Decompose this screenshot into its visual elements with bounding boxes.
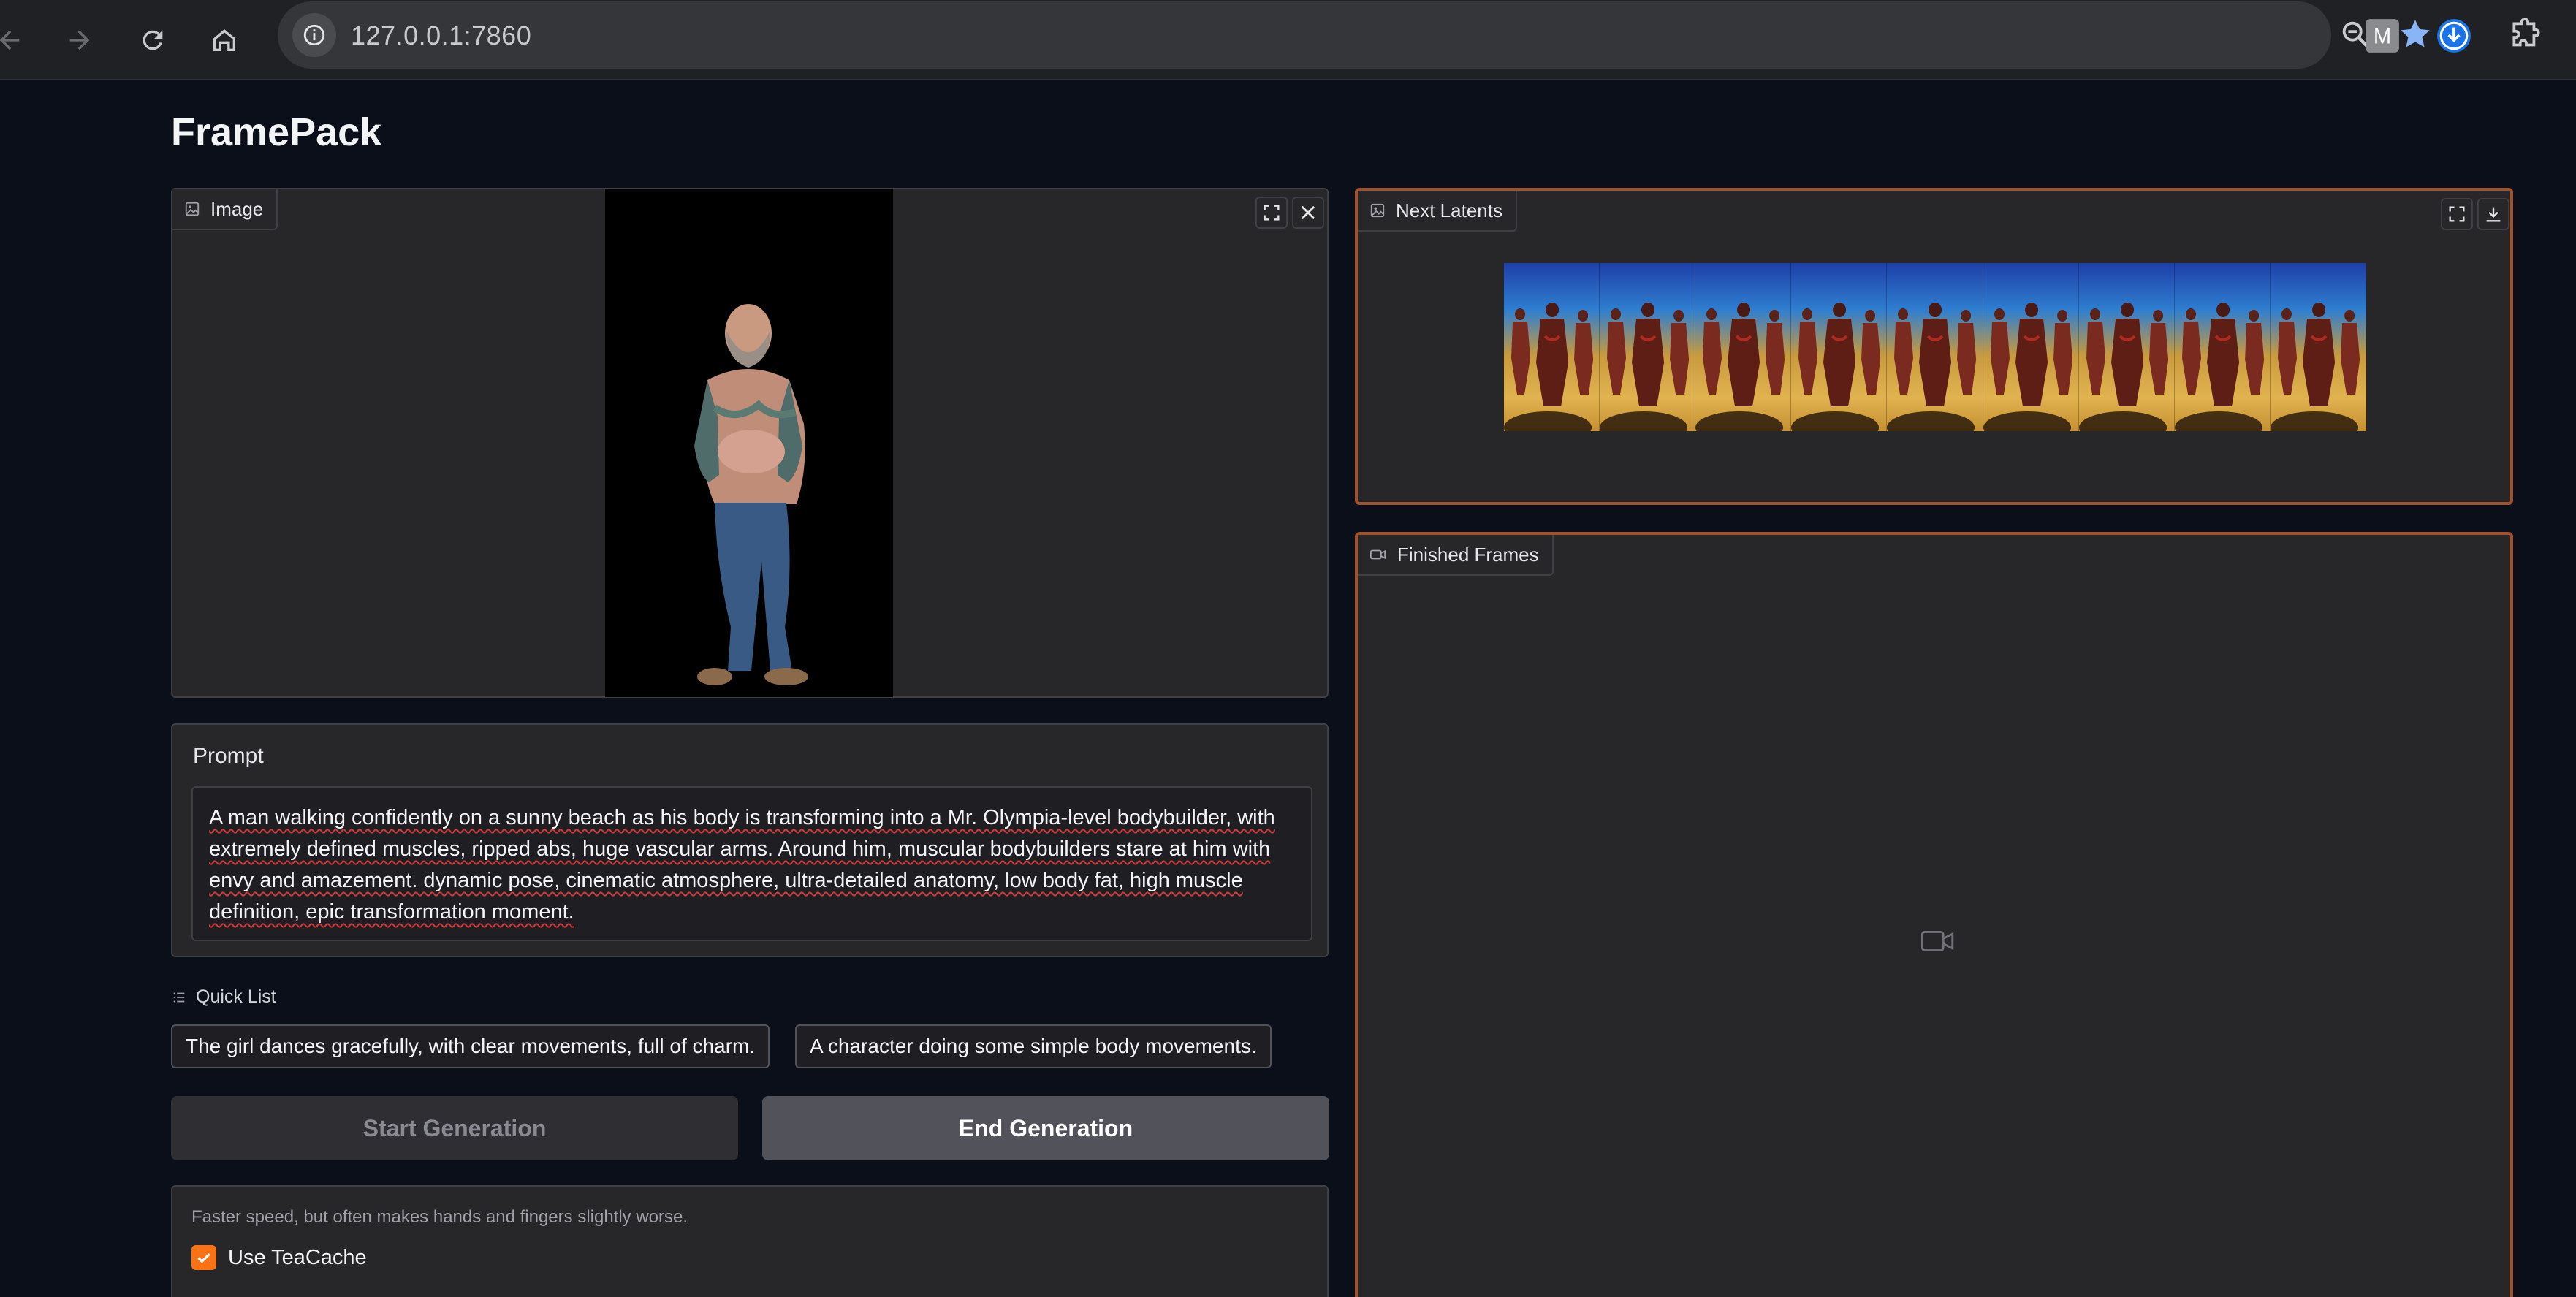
teacache-block: Faster speed, but often makes hands and … — [171, 1185, 1329, 1297]
svg-text:M: M — [2374, 25, 2391, 48]
start-generation-button[interactable]: Start Generation — [171, 1096, 738, 1160]
teacache-label: Use TeaCache — [228, 1245, 367, 1269]
image-icon — [1370, 203, 1385, 218]
quick-list-label: Quick List — [171, 986, 276, 1008]
latent-frame — [2174, 263, 2271, 431]
home-icon — [213, 29, 235, 51]
arrow-right-icon — [69, 30, 90, 50]
latent-frame — [2078, 263, 2175, 431]
latent-frame — [1600, 263, 1696, 431]
url-text: 127.0.0.1:7860 — [351, 20, 532, 50]
latent-frame — [1983, 263, 2079, 431]
extension-m-icon[interactable]: M — [2364, 18, 2401, 54]
arrow-left-icon — [0, 30, 20, 50]
latent-frame — [1887, 263, 1983, 431]
frames-panel-label: Finished Frames — [1358, 535, 1554, 576]
quick-list-item[interactable]: A character doing some simple body movem… — [795, 1024, 1272, 1068]
app-title: FramePack — [171, 110, 382, 154]
extensions-puzzle-icon[interactable] — [2508, 18, 2545, 54]
frames-label-text: Finished Frames — [1397, 543, 1539, 566]
video-placeholder-icon — [1920, 930, 1954, 952]
checkmark-icon — [197, 1252, 210, 1263]
prompt-text: A man walking confidently on a sunny bea… — [209, 806, 1275, 924]
finished-frames-panel: Finished Frames — [1355, 532, 2513, 1297]
video-icon — [1369, 549, 1386, 560]
latents-fullscreen-button[interactable] — [2441, 198, 2473, 230]
latent-frame — [1695, 263, 1792, 431]
bookmark-star-icon[interactable] — [2397, 16, 2433, 56]
prompt-label: Prompt — [193, 744, 264, 768]
latents-preview-strip — [1504, 263, 2366, 431]
forward-button[interactable] — [56, 16, 104, 64]
download-extension-icon[interactable] — [2436, 18, 2472, 54]
reload-button[interactable] — [129, 16, 177, 64]
download-icon — [2486, 207, 2501, 222]
latents-label-text: Next Latents — [1396, 199, 1502, 221]
teacache-checkbox[interactable] — [191, 1245, 216, 1270]
home-button[interactable] — [200, 16, 248, 64]
latent-frame — [1504, 263, 1600, 431]
browser-toolbar: 127.0.0.1:7860 M — [0, 0, 2576, 80]
latent-frame — [2270, 263, 2366, 431]
image-panel-label: Image — [172, 189, 278, 230]
prompt-textarea[interactable]: A man walking confidently on a sunny bea… — [191, 786, 1312, 941]
quick-list-item[interactable]: The girl dances gracefully, with clear m… — [171, 1024, 770, 1068]
fullscreen-icon — [1264, 205, 1280, 221]
end-generation-button[interactable]: End Generation — [762, 1096, 1329, 1160]
reload-icon — [143, 30, 163, 50]
teacache-hint: Faster speed, but often makes hands and … — [191, 1207, 688, 1227]
list-icon — [173, 992, 185, 1002]
latent-frame — [1791, 263, 1888, 431]
latents-panel-label: Next Latents — [1358, 191, 1517, 232]
clear-image-button[interactable] — [1292, 197, 1324, 229]
uploaded-image — [605, 189, 893, 697]
close-icon — [1301, 205, 1315, 220]
image-label-text: Image — [210, 197, 264, 220]
back-button[interactable] — [0, 16, 34, 64]
image-icon — [185, 202, 200, 216]
teacache-checkbox-row[interactable]: Use TeaCache — [191, 1245, 367, 1270]
fullscreen-button[interactable] — [1255, 197, 1288, 229]
latents-download-button[interactable] — [2477, 198, 2509, 230]
prompt-block: Prompt A man walking confidently on a su… — [171, 723, 1329, 957]
person-photo — [694, 304, 808, 685]
address-bar[interactable]: 127.0.0.1:7860 — [278, 1, 2430, 69]
quick-list-label-text: Quick List — [196, 986, 276, 1007]
site-info-icon[interactable] — [292, 13, 336, 57]
fullscreen-icon — [2449, 206, 2465, 222]
